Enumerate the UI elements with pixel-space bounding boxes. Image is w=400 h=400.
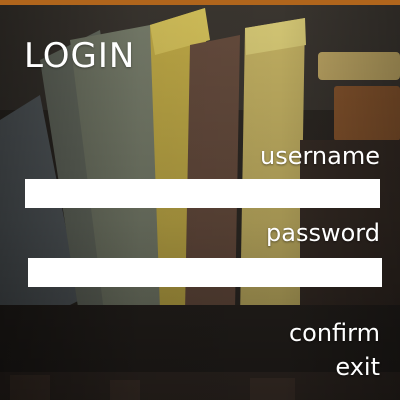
username-input[interactable] (25, 179, 380, 208)
exit-button[interactable]: exit (335, 352, 380, 382)
page-title: LOGIN (24, 36, 136, 76)
username-label: username (260, 142, 380, 170)
top-accent-bar (0, 0, 400, 5)
password-input[interactable] (28, 258, 382, 287)
password-label: password (266, 219, 380, 247)
confirm-button[interactable]: confirm (289, 318, 380, 348)
login-screen: LOGIN username password confirm exit (0, 0, 400, 400)
